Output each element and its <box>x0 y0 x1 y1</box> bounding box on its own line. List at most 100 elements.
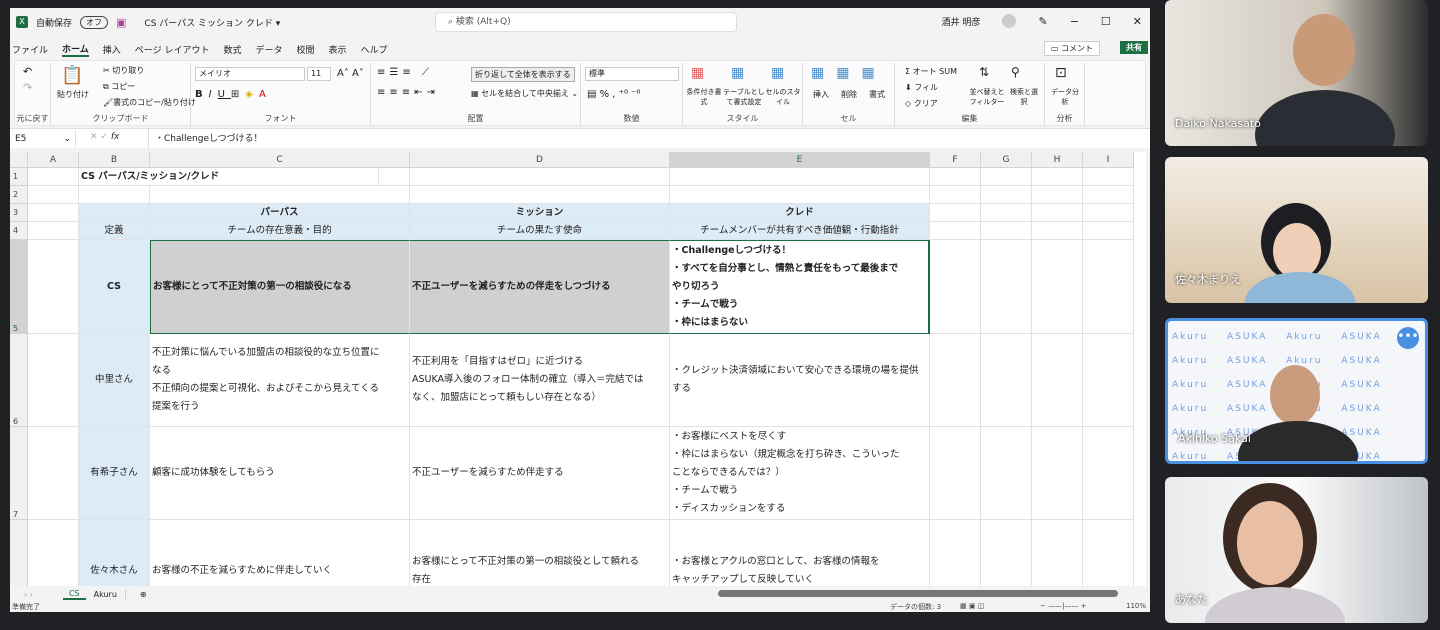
row-header-1[interactable]: 1 <box>10 168 28 186</box>
cell[interactable] <box>1083 427 1134 520</box>
cell-d6[interactable]: 不正利用を「目指すはゼロ」に近づける ASUKA導入後のフォロー体制の確立（導入＝… <box>410 334 670 427</box>
cell-c4[interactable]: チームの存在意義・目的 <box>150 222 410 240</box>
comment-button[interactable]: ▭ コメント <box>1043 41 1100 56</box>
cell[interactable] <box>28 222 79 240</box>
find-select-button[interactable]: 検索と選択 <box>1007 87 1041 107</box>
cell-e7[interactable]: ・お客様にベストを尽くす ・枠にはまらない（規定概念を打ち砕き、こういった ことなら… <box>670 427 930 520</box>
row-header-8[interactable]: 8 <box>10 520 28 586</box>
cell-b7[interactable]: 有希子さん <box>79 427 150 520</box>
paste-button[interactable]: 貼り付け <box>57 89 89 100</box>
cell[interactable] <box>28 520 79 586</box>
cell[interactable] <box>1032 168 1083 186</box>
column-header-f[interactable]: F <box>930 152 981 168</box>
save-icon[interactable]: ▣ <box>116 16 126 29</box>
pen-icon[interactable]: ✎ <box>1038 15 1047 28</box>
cell-e4[interactable]: チームメンバーが共有すべき価値観・行動指針 <box>670 222 930 240</box>
analyze-data-icon[interactable]: ⊡ <box>1055 65 1067 81</box>
column-header-c[interactable]: C <box>150 152 410 168</box>
paste-icon[interactable]: 📋 <box>61 65 83 86</box>
cell[interactable] <box>28 334 79 427</box>
sheet-tab-cs[interactable]: CS <box>62 589 86 600</box>
cell[interactable] <box>981 427 1032 520</box>
cell[interactable] <box>1083 168 1134 186</box>
delete-cells-button[interactable]: 削除 <box>841 89 857 100</box>
cell[interactable] <box>930 168 981 186</box>
close-button[interactable]: ✕ <box>1133 15 1142 28</box>
tab-file[interactable]: ファイル <box>12 43 48 56</box>
row-header-7[interactable]: 7 <box>10 427 28 520</box>
cell[interactable] <box>930 334 981 427</box>
autosum-button[interactable]: Σ オート SUM <box>905 66 957 77</box>
cell-d4[interactable]: チームの果たす使命 <box>410 222 670 240</box>
underline-icon[interactable]: U <box>218 89 231 100</box>
cell[interactable] <box>1032 222 1083 240</box>
align-buttons[interactable]: ≡☰≡ ⟋ <box>377 67 433 78</box>
video-tile[interactable]: あなた <box>1165 477 1428 623</box>
format-table-icon[interactable]: ▦ <box>731 65 744 81</box>
cell[interactable] <box>981 520 1032 586</box>
cell-styles-button[interactable]: セルのスタイル <box>765 87 801 107</box>
redo-icon[interactable]: ↷ <box>23 81 32 94</box>
tab-help[interactable]: ヘルプ <box>361 43 388 56</box>
cell[interactable] <box>1083 240 1134 334</box>
column-header-b[interactable]: B <box>79 152 150 168</box>
tab-data[interactable]: データ <box>255 43 282 56</box>
conditional-format-icon[interactable]: ▦ <box>691 65 704 81</box>
tab-formulas[interactable]: 数式 <box>223 43 241 56</box>
video-tile-active-speaker[interactable]: Akuru ASUKA Akuru ASUKA Akuru ASUKA Akur… <box>1165 318 1428 464</box>
format-table-button[interactable]: テーブルとして書式設定 <box>723 87 765 107</box>
user-name[interactable]: 酒井 明彦 <box>942 15 981 28</box>
cell[interactable] <box>150 186 410 204</box>
cell[interactable] <box>981 168 1032 186</box>
cell-c7[interactable]: 顧客に成功体験をしてもらう <box>150 427 410 520</box>
cell[interactable] <box>1032 186 1083 204</box>
cell[interactable] <box>1032 334 1083 427</box>
video-tile[interactable]: Daiko Nakasato <box>1165 0 1428 146</box>
more-icon[interactable]: ••• <box>1397 327 1419 349</box>
horizontal-scrollbar[interactable] <box>718 590 1118 597</box>
cell[interactable] <box>930 186 981 204</box>
insert-cells-button[interactable]: 挿入 <box>813 89 829 100</box>
cell[interactable] <box>28 168 79 186</box>
number-format-select[interactable]: 標準 <box>585 67 679 81</box>
cell[interactable] <box>930 204 981 222</box>
cell-c6[interactable]: 不正対策に悩んでいる加盟店の相談役的な立ち位置に なる 不正傾向の提案と可視化、およ… <box>150 334 410 427</box>
cell[interactable] <box>981 334 1032 427</box>
cell[interactable] <box>930 240 981 334</box>
cell-e3[interactable]: クレド <box>670 204 930 222</box>
cut-button[interactable]: ✂ 切り取り <box>103 65 144 76</box>
cell[interactable] <box>1083 186 1134 204</box>
tab-home[interactable]: ホーム <box>62 42 89 57</box>
cell[interactable] <box>981 186 1032 204</box>
font-format-buttons[interactable]: BIU⊞◈A <box>195 89 272 100</box>
cell-d3[interactable]: ミッション <box>410 204 670 222</box>
cell[interactable] <box>930 222 981 240</box>
sheet-tab-akuru[interactable]: Akuru <box>86 589 126 599</box>
number-format-buttons[interactable]: ▤ % , ⁺⁰ ⁻⁰ <box>587 89 640 100</box>
cell-styles-icon[interactable]: ▦ <box>771 65 784 81</box>
cell[interactable] <box>981 204 1032 222</box>
cell[interactable] <box>28 186 79 204</box>
cell[interactable] <box>28 240 79 334</box>
tab-insert[interactable]: 挿入 <box>103 43 121 56</box>
document-title[interactable]: CS パーパス ミッション クレド ▾ <box>144 16 280 29</box>
search-input[interactable]: ⌕ 検索 (Alt+Q) <box>435 12 737 32</box>
column-header-g[interactable]: G <box>981 152 1032 168</box>
font-name-select[interactable]: メイリオ <box>195 67 305 81</box>
cell-d8[interactable]: お客様にとって不正対策の第一の相談役として頼れる 存在 <box>410 520 670 586</box>
zoom-slider[interactable]: − ——|—— + <box>1040 602 1087 610</box>
cell-e5[interactable]: ・Challengeしつづける！ ・すべてを自分事とし、情熱と責任をもって最後まで… <box>670 240 930 334</box>
cell[interactable] <box>79 186 150 204</box>
copy-button[interactable]: ⧉ コピー <box>103 81 135 92</box>
cell[interactable] <box>930 427 981 520</box>
cell-e8[interactable]: ・お客様とアクルの窓口として、お客様の情報を キャッチアップして反映していく <box>670 520 930 586</box>
font-color-icon[interactable]: A <box>259 89 272 100</box>
row-header-2[interactable]: 2 <box>10 186 28 204</box>
avatar[interactable] <box>1002 14 1017 28</box>
cell-c3[interactable]: パーパス <box>150 204 410 222</box>
maximize-button[interactable]: ☐ <box>1101 15 1111 28</box>
format-cells-button[interactable]: 書式 <box>869 89 885 100</box>
view-buttons[interactable]: ▦ ▣ ◫ <box>960 602 984 610</box>
cell[interactable] <box>1032 520 1083 586</box>
merge-center-button[interactable]: ▦ セルを結合して中央揃え ⌄ <box>471 88 578 99</box>
